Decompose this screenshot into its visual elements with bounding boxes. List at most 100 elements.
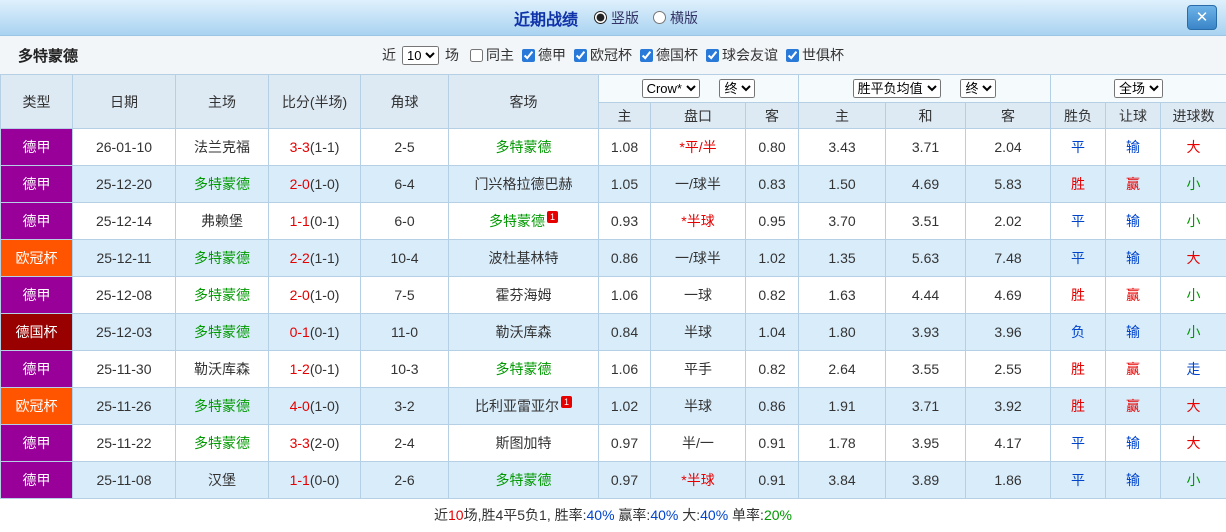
asian-odds-away-cell: 0.80 (744, 128, 800, 166)
header-type: 类型 (0, 74, 73, 129)
asian-odds-away-cell: 1.02 (744, 239, 800, 277)
checkbox-input-0[interactable] (470, 48, 483, 62)
full-match-select[interactable]: 全场 (1114, 79, 1164, 98)
asian-odds-away-cell: 0.95 (744, 202, 800, 240)
checkbox-input-2[interactable] (574, 48, 587, 62)
corner-cell: 2-4 (360, 424, 449, 462)
score-cell: 3-3(1-1) (268, 128, 361, 166)
corner-cell: 6-0 (360, 202, 449, 240)
filter-checkbox-1[interactable]: 德甲 (522, 45, 566, 65)
date-cell: 25-12-14 (72, 202, 176, 240)
away-team-cell: 斯图加特 (448, 424, 599, 462)
match-count-select[interactable]: 10 (402, 45, 439, 65)
odds-company-select[interactable]: Crow* (641, 79, 700, 98)
fulltime-score: 1-1 (289, 472, 310, 488)
checkbox-input-3[interactable] (640, 48, 653, 62)
filter-checkbox-3[interactable]: 德国杯 (640, 45, 698, 65)
summary-segment: 近 (434, 507, 449, 523)
corner-cell: 2-6 (360, 461, 449, 499)
handicap-result-cell: 输 (1105, 239, 1162, 277)
games-label: 场 (445, 47, 459, 63)
result-cell: 胜 (1050, 276, 1107, 314)
home-team-cell: 多特蒙德 (175, 239, 269, 277)
wdl-odds-draw-cell: 3.89 (885, 461, 967, 499)
wdl-odds-draw-cell: 3.51 (885, 202, 967, 240)
asian-odds-home-cell: 0.86 (598, 239, 651, 277)
red-card-badge: 1 (547, 211, 558, 224)
close-button[interactable]: ✕ (1187, 5, 1217, 30)
away-team-cell: 霍芬海姆 (448, 276, 599, 314)
away-team-cell: 多特蒙德 (448, 461, 599, 499)
odds1-period-select[interactable]: 终 (719, 79, 756, 98)
subheader-col-2: 客 (744, 102, 800, 129)
team-name: 比利亚雷亚尔 (475, 398, 559, 414)
filter-checkbox-0[interactable]: 同主 (470, 45, 514, 65)
halftime-score: (0-1) (309, 324, 340, 340)
halftime-score: (1-1) (309, 139, 340, 155)
asian-odds-header-group: Crow* 终 (597, 74, 800, 103)
odds2-period-select[interactable]: 终 (960, 79, 997, 98)
score-cell: 4-0(1-0) (268, 387, 361, 425)
team-name: 多特蒙德 (495, 361, 552, 377)
handicap-result-cell: 输 (1105, 128, 1162, 166)
home-team-cell: 勒沃库森 (175, 350, 269, 388)
away-team-cell: 比利亚雷亚尔 1 (448, 387, 599, 425)
score-cell: 2-2(1-1) (268, 239, 361, 277)
corner-cell: 3-2 (360, 387, 449, 425)
handicap-cell: *半球 (650, 202, 746, 240)
goals-cell: 小 (1160, 165, 1226, 203)
team-name-heading: 多特蒙德 (18, 47, 79, 65)
summary-segment: 40% (700, 507, 729, 523)
score-cell: 2-0(1-0) (268, 276, 361, 314)
asian-odds-away-cell: 0.91 (744, 461, 800, 499)
corner-cell: 7-5 (360, 276, 449, 314)
asian-odds-away-cell: 0.86 (744, 387, 800, 425)
vertical-radio-input[interactable] (594, 11, 607, 24)
date-cell: 25-11-22 (72, 424, 176, 462)
horizontal-radio-input[interactable] (653, 11, 666, 24)
wdl-odds-away-cell: 3.96 (965, 313, 1052, 351)
header-score: 比分(半场) (268, 74, 361, 129)
wdl-odds-home-cell: 1.63 (798, 276, 887, 314)
layout-horizontal-option[interactable]: 横版 (653, 8, 698, 28)
filter-checkbox-2[interactable]: 欧冠杯 (574, 45, 632, 65)
checkbox-label: 欧冠杯 (590, 47, 632, 63)
date-cell: 25-12-03 (72, 313, 176, 351)
asian-odds-home-cell: 1.06 (598, 276, 651, 314)
horizontal-radio-label: 横版 (670, 9, 698, 26)
filter-checkbox-4[interactable]: 球会友谊 (706, 45, 778, 65)
checkbox-input-4[interactable] (706, 48, 719, 62)
summary-segment: 场,胜4平5负1, 胜率: (463, 507, 587, 523)
result-cell: 胜 (1050, 387, 1107, 425)
handicap-cell: *平/半 (650, 128, 746, 166)
wdl-odds-away-cell: 1.86 (965, 461, 1052, 499)
team-name: 波杜基林特 (488, 250, 559, 266)
checkbox-input-5[interactable] (786, 48, 799, 62)
checkbox-input-1[interactable] (522, 48, 535, 62)
result-cell: 平 (1050, 239, 1107, 277)
wdl-odds-draw-cell: 4.69 (885, 165, 967, 203)
result-cell: 平 (1050, 202, 1107, 240)
match-row: 德甲 25-11-30 勒沃库森 1-2(0-1) 10-3 多特蒙德 1.06 平手 0.82… (0, 350, 1226, 388)
header-home: 主场 (175, 74, 269, 129)
asian-odds-away-cell: 0.82 (744, 350, 800, 388)
summary-segment: 40% (650, 507, 679, 523)
filter-checkbox-5[interactable]: 世俱杯 (786, 45, 844, 65)
wdl-average-select[interactable]: 胜平负均值 (852, 79, 941, 98)
league-type-cell: 德甲 (0, 350, 73, 388)
fulltime-score: 2-0 (289, 176, 310, 192)
league-type-cell: 德甲 (0, 276, 73, 314)
match-row: 德甲 25-12-08 多特蒙德 2-0(1-0) 7-5 霍芬海姆 1.06 一球 0.82 1… (0, 276, 1226, 314)
subheader-col-8: 进球数 (1160, 102, 1226, 129)
wdl-odds-away-cell: 4.17 (965, 424, 1052, 462)
subheader-col-4: 和 (885, 102, 967, 129)
team-name: 多特蒙德 (194, 324, 250, 340)
layout-vertical-option[interactable]: 竖版 (594, 8, 639, 28)
goals-cell: 小 (1160, 276, 1226, 314)
date-cell: 25-12-20 (72, 165, 176, 203)
league-type-cell: 德甲 (0, 165, 73, 203)
handicap-cell: 一/球半 (650, 165, 746, 203)
header-away: 客场 (448, 74, 599, 129)
wdl-odds-away-cell: 7.48 (965, 239, 1052, 277)
halftime-score: (0-0) (309, 472, 340, 488)
